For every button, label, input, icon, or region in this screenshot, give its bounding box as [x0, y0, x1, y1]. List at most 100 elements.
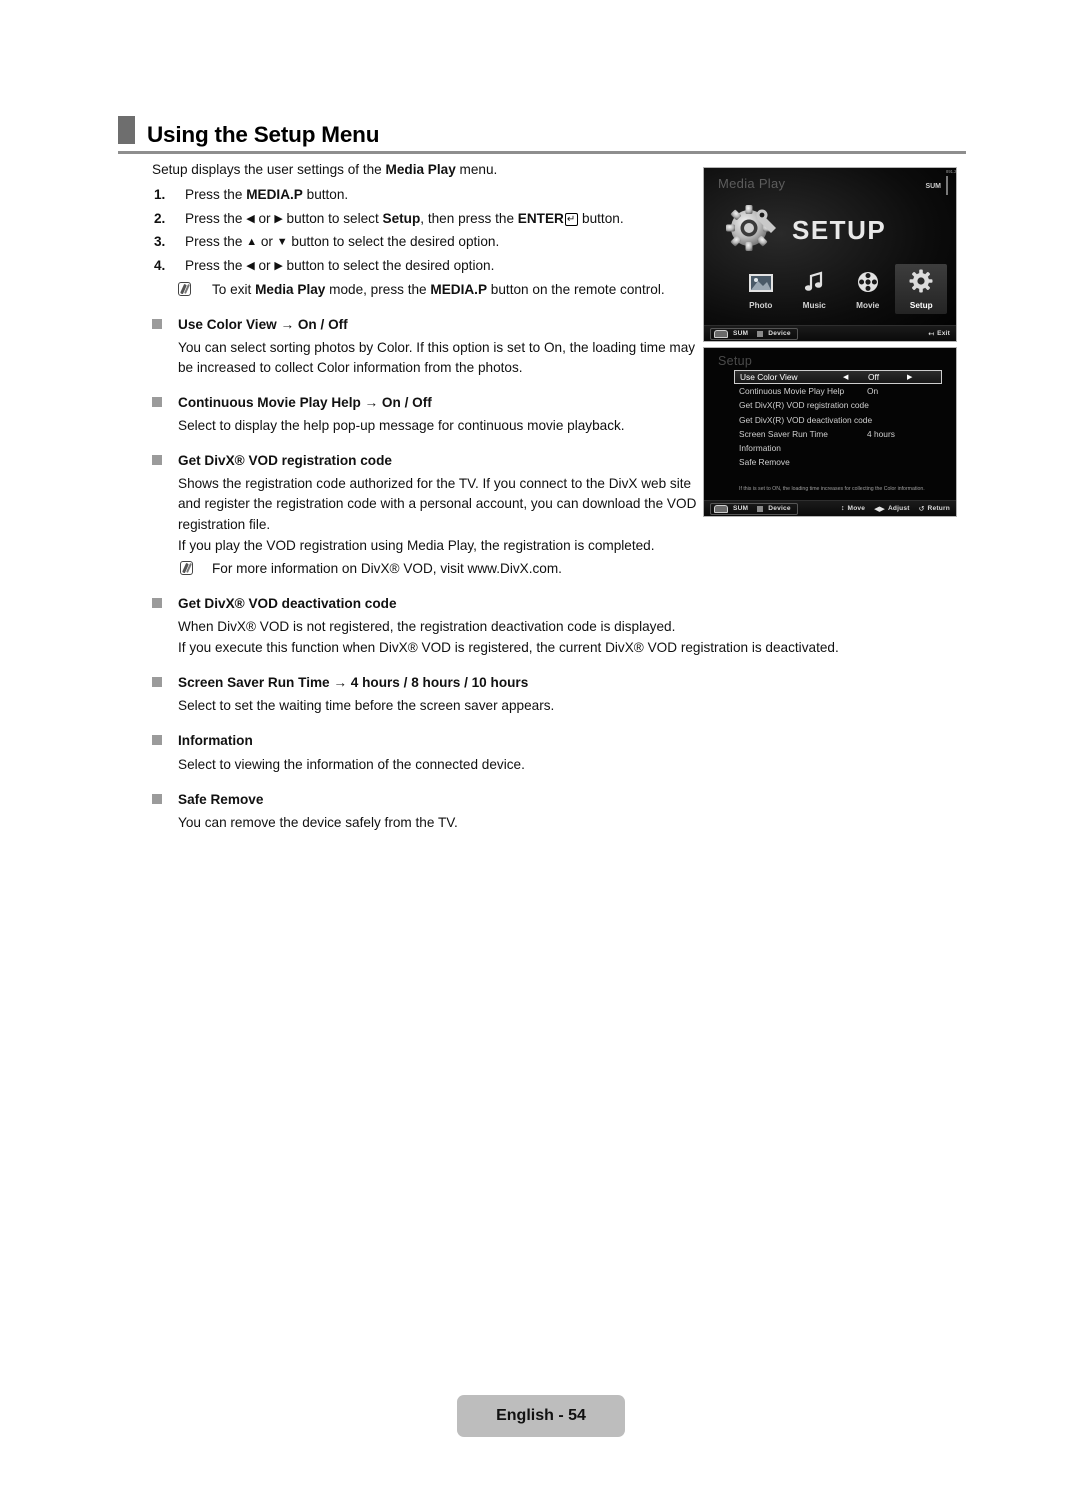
option-heading-text: Get DivX® VOD registration code: [178, 453, 392, 469]
media-play-hero-label: SETUP: [792, 214, 887, 245]
control-label: Adjust: [887, 505, 910, 512]
option-heading: Get DivX® VOD registration code: [152, 451, 697, 471]
option-note-text: For more information on DivX® VOD, visit…: [212, 560, 562, 576]
option-heading: Get DivX® VOD deactivation code: [152, 594, 697, 614]
bullet-square-icon: [152, 677, 162, 688]
instruction-step: 2. Press the ◀ or ▶ button to select Setu…: [152, 209, 697, 229]
bullet-square-icon: [152, 735, 162, 746]
media-play-screenshot: Media Play SUM 891.26 MB / 993.82 MB Fre…: [703, 167, 957, 342]
instruction-steps: 1. Press the MEDIA.P button. 2. Press the ◀…: [152, 185, 697, 276]
bullet-square-icon: [152, 597, 162, 608]
gear-wrench-icon: [726, 205, 776, 251]
footer-control-return[interactable]: ↺ Return: [919, 505, 950, 513]
setup-row-label: Get DivX(R) VOD registration code: [739, 400, 869, 411]
media-play-title: Media Play: [718, 176, 786, 191]
setup-menu-row[interactable]: Safe Remove: [734, 455, 942, 469]
footer-control-move[interactable]: ↕ Move: [841, 505, 865, 512]
bullet-square-icon: [152, 793, 162, 804]
bullet-square-icon: [152, 318, 162, 329]
media-play-nav-movie[interactable]: Movie: [842, 266, 894, 314]
setup-menu-row[interactable]: Get DivX(R) VOD deactivation code: [734, 413, 942, 427]
direction-arrow-icon: ▶: [274, 259, 283, 272]
exit-icon: ↤: [928, 330, 935, 338]
setup-row-label: Information: [739, 443, 781, 454]
option-section: Continuous Movie Play Help → On / Off Sel…: [152, 393, 697, 436]
option-heading-text: Safe Remove: [178, 791, 264, 807]
device-source-group[interactable]: SUM Device: [710, 327, 798, 340]
media-play-nav-setup[interactable]: Setup: [895, 264, 948, 314]
setup-menu-row[interactable]: Get DivX(R) VOD registration code: [734, 398, 942, 412]
photo-icon: [735, 273, 787, 298]
option-body: Select to viewing the information of the…: [152, 755, 878, 775]
option-body: You can remove the device safely from th…: [152, 813, 878, 833]
media-play-nav-label: Movie: [856, 301, 880, 310]
option-paragraph: Select to viewing the information of the…: [178, 756, 525, 772]
music-note-icon: [788, 271, 840, 298]
step-number: 1.: [154, 187, 166, 203]
setup-help-text: If this is set to ON, the loading time i…: [739, 486, 925, 493]
device-square-icon: [757, 330, 764, 337]
storage-bar: [946, 176, 948, 195]
media-play-nav-photo[interactable]: Photo: [735, 268, 787, 314]
title-accent-bar: [118, 116, 135, 144]
option-heading-text: Continuous Movie Play Help → On / Off: [178, 394, 432, 410]
device-source-group[interactable]: SUM Device: [710, 502, 798, 515]
option-body: You can select sorting photos by Color. …: [152, 338, 697, 378]
option-heading: Use Color View → On / Off: [152, 315, 697, 335]
setup-row-label: Get DivX(R) VOD deactivation code: [739, 414, 873, 425]
setup-menu-row[interactable]: Screen Saver Run Time 4 hours: [734, 427, 942, 441]
page-footer: English - 54: [457, 1395, 625, 1437]
step-number: 2.: [154, 210, 166, 226]
footer-control-adjust[interactable]: ◀▶ Adjust: [874, 505, 910, 513]
page-footer-label: English - 54: [496, 1407, 586, 1424]
step-number: 4.: [154, 257, 166, 273]
control-glyph-icon: ◀▶: [874, 505, 885, 513]
setup-row-label: Safe Remove: [739, 457, 790, 468]
option-paragraph: If you execute this function when DivX® …: [178, 640, 839, 656]
step-text: Press the ◀ or ▶ button to select the de…: [185, 257, 495, 273]
note-pencil-icon: [180, 560, 193, 575]
control-label: Move: [847, 505, 866, 512]
option-section: Screen Saver Run Time → 4 hours / 8 hour…: [152, 673, 697, 716]
intro-paragraph: Setup displays the user settings of the …: [152, 160, 697, 180]
enter-key-icon: ↵: [564, 212, 579, 226]
option-heading: Continuous Movie Play Help → On / Off: [152, 393, 697, 413]
setup-menu-row[interactable]: Information: [734, 441, 942, 455]
instruction-step: 3. Press the ▲ or ▼ button to select the …: [152, 232, 697, 252]
option-sections: Use Color View → On / Off You can select …: [152, 315, 839, 833]
instruction-step: 4. Press the ◀ or ▶ button to select the …: [152, 256, 697, 276]
option-paragraph: You can select sorting photos by Color. …: [178, 339, 696, 375]
setup-menu-list: Use Color View ◀ ▶ Off Continuous Movie Play…: [734, 370, 942, 469]
storage-indicator: SUM 891.26 MB / 993.82 MB Free: [925, 169, 956, 195]
media-play-nav-label: Setup: [909, 301, 933, 310]
setup-menu-row[interactable]: Continuous Movie Play Help On: [734, 384, 942, 398]
exit-control[interactable]: ↤ Exit: [928, 330, 950, 338]
film-reel-icon: [842, 271, 894, 298]
emphasis-text: ENTER: [517, 210, 564, 226]
device-square-icon: [757, 505, 764, 512]
usb-icon: [714, 504, 728, 513]
option-body: When DivX® VOD is not registered, the re…: [152, 617, 878, 658]
option-heading: Safe Remove: [152, 790, 697, 810]
device-source-label: SUM: [733, 330, 749, 337]
direction-arrow-icon: ▲: [246, 236, 258, 249]
gear-icon: [895, 269, 947, 298]
bullet-square-icon: [152, 455, 162, 466]
setup-menu-screenshot: Setup Use Color View ◀ ▶ Off Continuous Movi…: [703, 347, 957, 517]
note-pencil-icon: [178, 281, 191, 296]
setup-row-label: Screen Saver Run Time: [739, 428, 828, 439]
option-body: Shows the registration code authorized f…: [152, 474, 697, 579]
setup-menu-row[interactable]: Use Color View ◀ ▶ Off: [734, 370, 942, 385]
option-note: For more information on DivX® VOD, visit…: [178, 559, 697, 579]
media-play-nav-music[interactable]: Music: [788, 266, 840, 314]
option-heading-text: Get DivX® VOD deactivation code: [178, 595, 397, 611]
instruction-step: 1. Press the MEDIA.P button.: [152, 185, 697, 205]
option-section: Safe Remove You can remove the device saf…: [152, 790, 697, 833]
step-number: 3.: [154, 234, 166, 250]
left-arrow-icon[interactable]: ◀: [843, 373, 848, 381]
option-body: Select to display the help pop-up messag…: [152, 416, 697, 436]
control-label: Return: [927, 505, 950, 512]
right-arrow-icon[interactable]: ▶: [907, 373, 912, 381]
option-paragraph: Select to set the waiting time before th…: [178, 698, 555, 714]
direction-arrow-icon: ▼: [276, 236, 288, 249]
